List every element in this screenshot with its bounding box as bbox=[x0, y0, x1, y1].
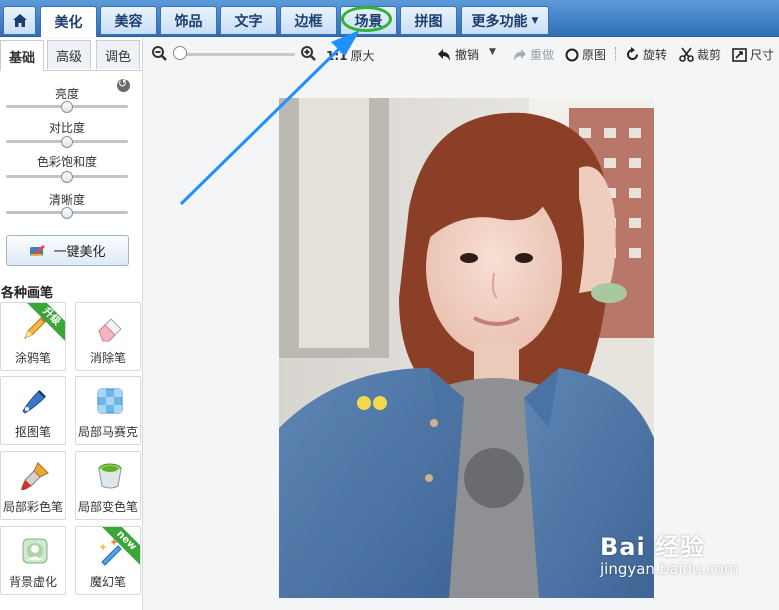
tab-label: 边框 bbox=[294, 13, 323, 30]
brush-label: 消除笔 bbox=[89, 351, 126, 365]
sharpness-slider-knob[interactable] bbox=[61, 207, 73, 219]
subtab-basic[interactable]: 基础 bbox=[0, 40, 44, 71]
brush-label: 局部彩色笔 bbox=[2, 500, 63, 514]
redo-icon bbox=[514, 48, 526, 61]
magic-wand-icon bbox=[30, 244, 46, 256]
local-recolor-brush-button[interactable]: 局部变色笔 bbox=[75, 451, 141, 520]
slider-label-saturation: 色彩饱和度 bbox=[36, 155, 97, 169]
actual-size-label: 原大 bbox=[350, 49, 375, 63]
original-image-button[interactable]: 原图 bbox=[565, 46, 606, 63]
resize-button[interactable]: 尺寸 bbox=[732, 46, 774, 63]
rotate-icon bbox=[627, 47, 638, 60]
undo-label: 撤销 bbox=[455, 48, 480, 62]
tab-label: 饰品 bbox=[174, 13, 203, 30]
zoom-slider-knob[interactable] bbox=[173, 46, 187, 60]
local-mosaic-button[interactable]: 局部马赛克 bbox=[75, 376, 141, 445]
tab-text[interactable]: 文字 bbox=[220, 6, 277, 34]
brush-label: 背景虚化 bbox=[8, 575, 57, 589]
resize-icon bbox=[732, 47, 747, 62]
rotate-label: 旋转 bbox=[643, 48, 668, 62]
slider-label-brightness: 亮度 bbox=[54, 87, 79, 101]
resize-label: 尺寸 bbox=[750, 48, 775, 62]
crop-label: 裁剪 bbox=[697, 48, 722, 62]
subtab-label: 基础 bbox=[8, 50, 35, 66]
tab-label: 美容 bbox=[114, 13, 143, 30]
tab-label: 文字 bbox=[234, 13, 263, 30]
portrait-photo-illustration bbox=[279, 98, 654, 598]
redo-button[interactable]: 重做 bbox=[512, 46, 554, 63]
circle-icon bbox=[565, 48, 579, 61]
edited-photo[interactable] bbox=[279, 98, 654, 598]
toolbar-divider bbox=[615, 47, 617, 61]
edit-toolbar: 1:1 原大 撤销 ▼ 重做 原图 旋转 裁剪 尺寸 bbox=[143, 38, 779, 70]
redo-label: 重做 bbox=[530, 48, 555, 62]
rotate-button[interactable]: 旋转 bbox=[625, 46, 667, 63]
one-key-beautify-button[interactable]: 一键美化 bbox=[6, 235, 129, 266]
mosaic-icon bbox=[97, 388, 123, 414]
one-key-beautify-label: 一键美化 bbox=[53, 245, 106, 260]
subtab-label: 高级 bbox=[55, 49, 82, 65]
top-menu-bar: 美化 美容 饰品 文字 边框 场景 拼图 更多功能 ▼ bbox=[0, 0, 779, 37]
tab-label: 拼图 bbox=[414, 13, 443, 30]
brightness-slider-knob[interactable] bbox=[61, 101, 73, 113]
slider-label-sharpness: 清晰度 bbox=[48, 193, 85, 207]
local-color-brush-button[interactable]: 局部彩色笔 bbox=[0, 451, 66, 520]
tab-label: 场景 bbox=[354, 13, 383, 30]
zoom-out-icon[interactable] bbox=[152, 46, 167, 61]
undo-icon bbox=[438, 48, 450, 61]
subtab-advanced[interactable]: 高级 bbox=[47, 40, 91, 69]
tab-label: 美化 bbox=[54, 15, 83, 31]
pen-nib-icon bbox=[22, 390, 46, 414]
eraser-icon bbox=[98, 318, 122, 342]
adjust-panel: 基础 高级 调色 亮度 对比度 色彩饱和度 清晰度 一键美化 各种画笔 涂鸦笔 … bbox=[0, 38, 143, 610]
magic-brush-button[interactable]: 魔幻笔 new bbox=[75, 526, 141, 595]
cutout-brush-button[interactable]: 抠图笔 bbox=[0, 376, 66, 445]
doodle-brush-button[interactable]: 涂鸦笔 升级 bbox=[0, 302, 66, 371]
tab-accessories[interactable]: 饰品 bbox=[160, 6, 217, 34]
brushes-section-title: 各种画笔 bbox=[1, 286, 54, 301]
brush-label: 魔幻笔 bbox=[89, 575, 126, 589]
zoom-slider-track[interactable] bbox=[177, 53, 295, 56]
watermark-url: jingyan.baidu.com bbox=[600, 560, 739, 578]
subtab-label: 调色 bbox=[104, 49, 131, 65]
undo-history-dropdown[interactable]: ▼ bbox=[489, 47, 496, 57]
chevron-down-icon: ▼ bbox=[489, 47, 496, 57]
zoom-ratio-label: 1:1 bbox=[326, 48, 348, 63]
crop-button[interactable]: 裁剪 bbox=[679, 46, 721, 63]
slider-label-contrast: 对比度 bbox=[48, 121, 85, 135]
chevron-down-icon: ▼ bbox=[531, 15, 539, 26]
watermark-brand: Bai 经验 bbox=[600, 533, 706, 561]
subtab-color[interactable]: 调色 bbox=[96, 40, 140, 69]
blur-icon bbox=[22, 538, 48, 564]
tab-scene[interactable]: 场景 bbox=[340, 6, 397, 34]
brush-label: 抠图笔 bbox=[14, 425, 51, 439]
tab-beauty[interactable]: 美容 bbox=[100, 6, 157, 34]
tab-collage[interactable]: 拼图 bbox=[400, 6, 457, 34]
original-image-label: 原图 bbox=[582, 48, 607, 62]
undo-button[interactable]: 撤销 bbox=[437, 46, 479, 63]
brush-label: 局部马赛克 bbox=[77, 425, 138, 439]
paint-bucket-icon bbox=[98, 463, 122, 489]
tab-beautify[interactable]: 美化 bbox=[40, 6, 97, 37]
tab-label: 更多功能 bbox=[471, 13, 528, 30]
scissors-icon bbox=[679, 47, 694, 62]
saturation-slider-knob[interactable] bbox=[61, 171, 73, 183]
background-blur-button[interactable]: 背景虚化 bbox=[0, 526, 66, 595]
paintbrush-icon bbox=[21, 462, 49, 491]
contrast-slider-knob[interactable] bbox=[61, 136, 73, 148]
brush-label: 涂鸦笔 bbox=[14, 351, 51, 365]
watermark: Bai 经验 jingyan.baidu.com bbox=[600, 527, 738, 578]
erase-brush-button[interactable]: 消除笔 bbox=[75, 302, 141, 371]
tab-border[interactable]: 边框 bbox=[280, 6, 337, 34]
subtab-bar: 基础 高级 调色 bbox=[0, 38, 142, 71]
brush-label: 局部变色笔 bbox=[77, 500, 138, 514]
home-icon[interactable] bbox=[3, 6, 36, 34]
zoom-in-icon[interactable] bbox=[301, 46, 316, 61]
tab-more-features[interactable]: 更多功能 ▼ bbox=[461, 6, 549, 34]
actual-size-button[interactable]: 1:1 原大 bbox=[326, 47, 375, 64]
